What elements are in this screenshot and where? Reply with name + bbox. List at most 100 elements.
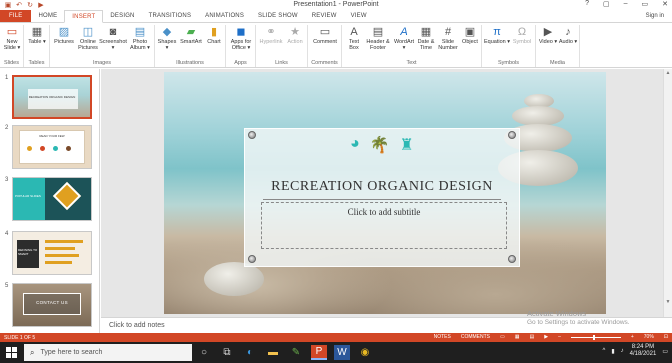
volume-icon[interactable]: ♪ [621,348,624,354]
wordart-button[interactable]: A WordArt ▾ [392,25,416,51]
windows-taskbar: ⌕ Type here to search ○ ⧉ ◐ ▬ ✎ P W ◉ ^ … [0,342,672,363]
date-time-button[interactable]: ▦ Date & Time [416,25,436,51]
video-button[interactable]: ▶ Video ▾ [538,25,558,45]
edge-icon[interactable]: ◐ [242,345,258,360]
smartart-button[interactable]: ▰ SmartArt [178,25,204,45]
comment-button[interactable]: ▭ Comment [311,25,339,45]
reading-view-icon[interactable]: ▤ [529,334,534,340]
slide-sorter-icon[interactable]: ▦ [515,334,520,340]
normal-view-icon[interactable]: ▭ [500,334,505,340]
status-controls: NOTES COMMENTS ▭ ▦ ▤ ▶ – + 70% ⊡ [434,334,668,340]
thumb-number: 1 [5,75,9,81]
tab-review[interactable]: REVIEW [305,10,344,22]
thumb-card [28,89,78,109]
tab-file[interactable]: FILE [0,10,32,22]
header-footer-button[interactable]: ▤ Header & Footer [364,25,392,51]
sign-in-link[interactable]: Sign in [638,10,672,22]
shapes-button[interactable]: ◆ Shapes ▾ [156,25,178,51]
windows-start-icon[interactable] [6,347,17,358]
close-button[interactable]: ✕ [662,0,668,8]
thumb-number: 4 [5,231,9,237]
new-slide-button[interactable]: ▭ New Slide ▾ [2,25,22,51]
help-button[interactable]: ? [585,0,589,8]
ribbon-tabs: FILE HOME INSERT DESIGN TRANSITIONS ANIM… [0,10,672,23]
zoom-in-icon[interactable]: + [631,334,634,340]
pictures-button[interactable]: ▨ Pictures [52,25,76,45]
group-images: ▨ Pictures ◫ Online Pictures ◙ Screensho… [50,25,155,67]
equation-button[interactable]: π Equation ▾ [484,25,510,45]
vertical-scrollbar[interactable]: ▲ ▼ [663,69,672,317]
notifications-icon[interactable]: ▭ [662,348,668,355]
slide-number-button[interactable]: # Slide Number [436,25,460,51]
beach-ball-icon: ◕ [350,135,360,152]
window-controls: ? ▢ – ▭ ✕ [585,0,668,8]
current-slide[interactable]: ◕ 🌴 ♜ RECREATION ORGANIC DESIGN Click to… [164,72,606,314]
powerpoint-icon[interactable]: P [311,345,327,360]
tab-view[interactable]: VIEW [344,10,374,22]
thumb-number: 2 [5,125,9,131]
zoom-level[interactable]: 70% [644,334,654,340]
notes-toggle[interactable]: NOTES [434,334,451,340]
online-pictures-button[interactable]: ◫ Online Pictures [76,25,100,51]
paint-icon[interactable]: ✎ [288,345,304,360]
tab-home[interactable]: HOME [31,10,64,22]
slide-thumbnail-5[interactable]: CONTACT US [12,283,92,327]
file-explorer-icon[interactable]: ▬ [265,345,281,360]
ribbon-display-button[interactable]: ▢ [603,0,610,8]
table-button[interactable]: ▦ Table ▾ [27,25,47,45]
system-tray: ^ ▮ ♪ 8:24 PM 4/18/2021 ▭ [602,344,668,358]
zoom-out-icon[interactable]: – [558,334,561,340]
pictures-icon: ▨ [58,25,70,38]
network-icon[interactable]: ▮ [611,348,614,355]
chart-icon: ▮ [210,25,218,38]
slide-title[interactable]: RECREATION ORGANIC DESIGN [245,179,519,195]
photo-album-button[interactable]: ▤ Photo Album ▾ [127,25,153,51]
online-pictures-icon: ◫ [82,25,94,38]
activate-windows-watermark: Activate Windows Go to Settings to activ… [527,309,630,326]
slideshow-icon[interactable]: ▶ [544,334,548,340]
tab-insert[interactable]: INSERT [64,10,104,23]
slide-thumbnail-4[interactable]: DEFINING TO SMART [12,231,92,275]
task-view-icon[interactable]: ⧉ [219,345,235,360]
comments-toggle[interactable]: COMMENTS [461,334,490,340]
screw-icon [508,255,516,263]
slide-thumbnail-1[interactable]: RECREATION ORGANIC DESIGN [12,75,92,119]
tab-slide-show[interactable]: SLIDE SHOW [251,10,305,22]
action-button[interactable]: ★ Action [284,25,306,45]
group-comments: ▭ Comment Comments [308,25,342,67]
tab-transitions[interactable]: TRANSITIONS [142,10,199,22]
tab-animations[interactable]: ANIMATIONS [198,10,251,22]
slide-number-icon: # [444,25,452,38]
audio-button[interactable]: ♪ Audio ▾ [558,25,578,45]
apps-for-office-button[interactable]: ◼ Apps for Office ▾ [228,25,254,51]
minimize-button[interactable]: – [624,0,628,8]
subtitle-placeholder[interactable]: Click to add subtitle [261,202,507,249]
cortana-icon[interactable]: ○ [196,345,212,360]
group-text: A Text Box ▤ Header & Footer A WordArt ▾… [342,25,482,67]
thumb-caption: CONTACT US [36,300,68,305]
symbol-button[interactable]: Ω Symbol [510,25,534,45]
chart-button[interactable]: ▮ Chart [204,25,224,45]
tray-chevron-icon[interactable]: ^ [602,348,605,354]
chrome-icon[interactable]: ◉ [357,345,373,360]
word-icon[interactable]: W [334,345,350,360]
date-time-icon: ▦ [420,25,432,38]
ribbon-insert: ▭ New Slide ▾ Slides ▦ Table ▾ Tables ▨ … [0,23,672,68]
restore-button[interactable]: ▭ [642,0,649,8]
slide-thumbnail-3[interactable]: POPULAR SLIDES [12,177,92,221]
screenshot-button[interactable]: ◙ Screenshot ▾ [99,25,127,51]
object-button[interactable]: ▣ Object [460,25,480,45]
video-icon: ▶ [543,25,553,38]
slide-thumbnail-2[interactable]: READ YOUR FEW [12,125,92,169]
hyperlink-button[interactable]: ⚭ Hyperlink [258,25,284,45]
text-box-button[interactable]: A Text Box [344,25,364,51]
taskbar-clock[interactable]: 8:24 PM 4/18/2021 [630,344,657,358]
status-bar: SLIDE 1 OF 5 NOTES COMMENTS ▭ ▦ ▤ ▶ – + … [0,333,672,342]
scroll-down-icon[interactable]: ▼ [664,299,672,305]
thumb-bars [45,240,83,264]
fit-slide-icon[interactable]: ⊡ [664,334,668,340]
taskbar-search-box[interactable]: ⌕ Type here to search [24,344,192,361]
scroll-up-icon[interactable]: ▲ [664,70,672,76]
tab-design[interactable]: DESIGN [103,10,141,22]
zoom-slider[interactable] [570,334,621,340]
